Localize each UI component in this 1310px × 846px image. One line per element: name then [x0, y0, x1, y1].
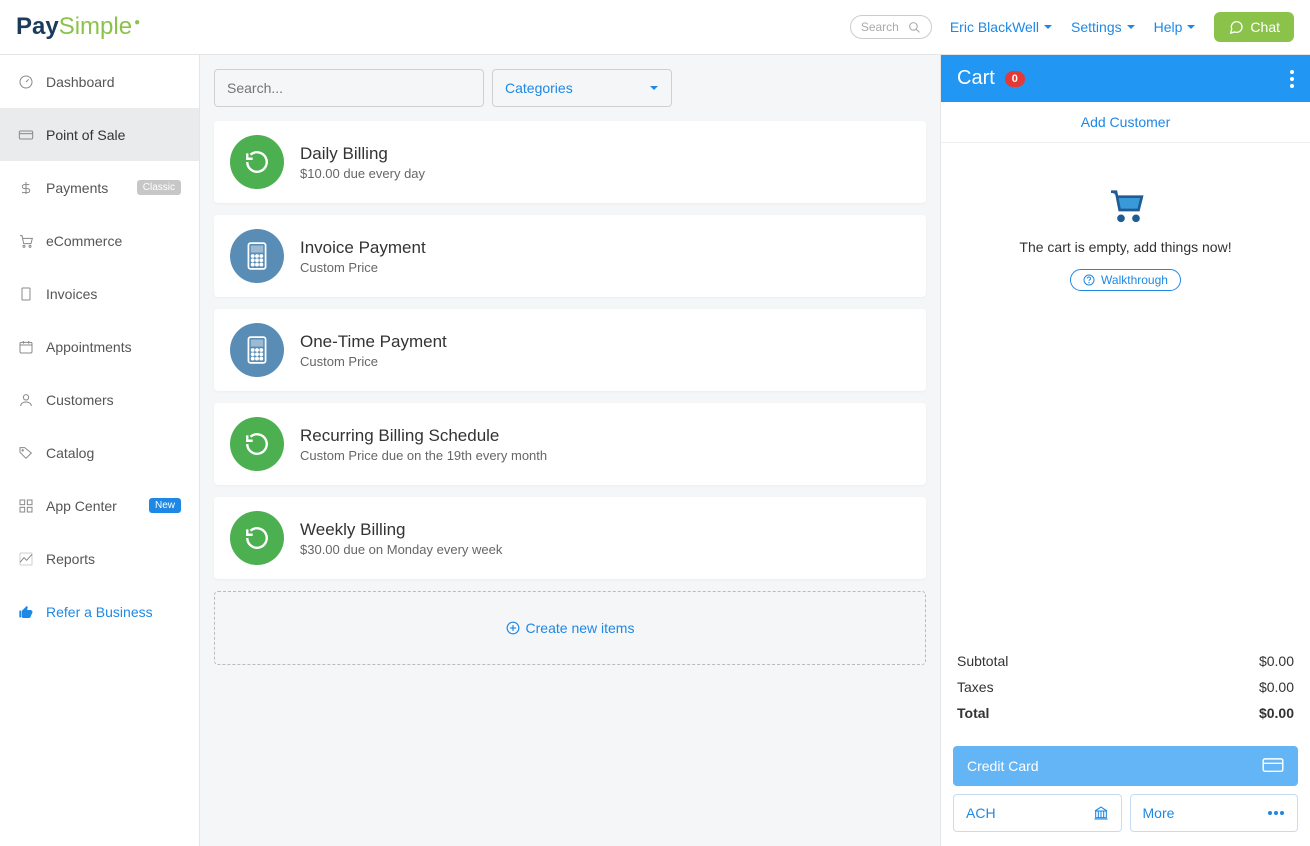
cart-empty-text: The cart is empty, add things now! — [1019, 239, 1231, 255]
ach-button[interactable]: ACH — [953, 794, 1122, 832]
chat-button[interactable]: Chat — [1214, 12, 1294, 42]
sidebar-item-customers[interactable]: Customers — [0, 373, 199, 426]
top-header: PaySimple● Search Eric BlackWell Setting… — [0, 0, 1310, 55]
tag-icon — [18, 445, 34, 461]
refresh-icon — [230, 511, 284, 565]
refresh-icon — [230, 135, 284, 189]
product-subtitle: Custom Price — [300, 260, 426, 275]
product-subtitle: $30.00 due on Monday every week — [300, 542, 502, 557]
caret-down-icon — [1043, 22, 1053, 32]
user-icon — [18, 392, 34, 408]
product-card[interactable]: Recurring Billing Schedule Custom Price d… — [214, 403, 926, 485]
sidebar-item-pos[interactable]: Point of Sale — [0, 108, 199, 161]
product-subtitle: Custom Price — [300, 354, 447, 369]
credit-card-button[interactable]: Credit Card — [953, 746, 1298, 786]
new-badge: New — [149, 498, 181, 513]
product-card[interactable]: One-Time Payment Custom Price — [214, 309, 926, 391]
cart-empty-state: The cart is empty, add things now! Walkt… — [941, 143, 1310, 636]
walkthrough-button[interactable]: Walkthrough — [1070, 269, 1181, 291]
product-card[interactable]: Daily Billing $10.00 due every day — [214, 121, 926, 203]
cart-count-badge: 0 — [1005, 71, 1025, 87]
dollar-icon — [18, 180, 34, 196]
cart-panel: Cart 0 Add Customer The cart is empty, a… — [940, 55, 1310, 846]
search-icon — [908, 21, 921, 34]
product-title: Daily Billing — [300, 144, 425, 164]
bank-icon — [1093, 805, 1109, 821]
caret-down-icon — [649, 83, 659, 93]
gauge-icon — [18, 74, 34, 90]
cart-header: Cart 0 — [941, 55, 1310, 102]
dots-icon — [1267, 810, 1285, 816]
create-new-items[interactable]: Create new items — [214, 591, 926, 665]
sidebar-item-appointments[interactable]: Appointments — [0, 320, 199, 373]
cart-icon — [18, 233, 34, 249]
grid-icon — [18, 498, 34, 514]
sidebar-item-reports[interactable]: Reports — [0, 532, 199, 585]
more-button[interactable]: More — [1130, 794, 1299, 832]
search-placeholder: Search — [861, 20, 899, 34]
logo-pay-text: Pay — [16, 13, 59, 41]
product-subtitle: $10.00 due every day — [300, 166, 425, 181]
card-icon — [1262, 758, 1284, 774]
calendar-icon — [18, 339, 34, 355]
product-subtitle: Custom Price due on the 19th every month — [300, 448, 547, 463]
product-title: One-Time Payment — [300, 332, 447, 352]
taxes-value: $0.00 — [1259, 679, 1294, 695]
thumbs-up-icon — [18, 604, 34, 620]
main-content: Categories Daily Billing $10.00 due every… — [200, 55, 940, 846]
subtotal-label: Subtotal — [957, 653, 1008, 669]
chart-icon — [18, 551, 34, 567]
product-title: Recurring Billing Schedule — [300, 426, 547, 446]
caret-down-icon — [1186, 22, 1196, 32]
taxes-label: Taxes — [957, 679, 994, 695]
product-title: Weekly Billing — [300, 520, 502, 540]
caret-down-icon — [1126, 22, 1136, 32]
card-icon — [18, 127, 34, 143]
product-card[interactable]: Weekly Billing $30.00 due on Monday every… — [214, 497, 926, 579]
product-search-input[interactable] — [214, 69, 484, 107]
help-circle-icon — [1083, 274, 1095, 286]
sidebar-item-refer[interactable]: Refer a Business — [0, 585, 199, 638]
cart-title: Cart — [957, 67, 995, 90]
subtotal-value: $0.00 — [1259, 653, 1294, 669]
categories-dropdown[interactable]: Categories — [492, 69, 672, 107]
logo-simple-text: Simple — [59, 13, 132, 41]
product-title: Invoice Payment — [300, 238, 426, 258]
global-search[interactable]: Search — [850, 15, 932, 39]
cart-empty-icon — [1104, 185, 1148, 225]
user-menu[interactable]: Eric BlackWell — [950, 19, 1053, 35]
document-icon — [18, 286, 34, 302]
refresh-icon — [230, 417, 284, 471]
logo-dot: ● — [134, 17, 140, 28]
sidebar-item-appcenter[interactable]: App Center New — [0, 479, 199, 532]
sidebar-item-catalog[interactable]: Catalog — [0, 426, 199, 479]
chat-icon — [1228, 19, 1244, 35]
logo[interactable]: PaySimple● — [16, 13, 140, 41]
add-customer-link[interactable]: Add Customer — [941, 102, 1310, 143]
sidebar: Dashboard Point of Sale Payments Classic… — [0, 55, 200, 846]
sidebar-item-ecommerce[interactable]: eCommerce — [0, 214, 199, 267]
sidebar-item-dashboard[interactable]: Dashboard — [0, 55, 199, 108]
cart-totals: Subtotal $0.00 Taxes $0.00 Total $0.00 — [941, 636, 1310, 738]
total-value: $0.00 — [1259, 705, 1294, 721]
help-menu[interactable]: Help — [1154, 19, 1197, 35]
calculator-icon — [230, 323, 284, 377]
cart-menu-icon[interactable] — [1290, 70, 1294, 88]
product-card[interactable]: Invoice Payment Custom Price — [214, 215, 926, 297]
classic-badge: Classic — [137, 180, 181, 195]
settings-menu[interactable]: Settings — [1071, 19, 1136, 35]
total-label: Total — [957, 705, 989, 721]
calculator-icon — [230, 229, 284, 283]
plus-circle-icon — [506, 621, 520, 635]
sidebar-item-invoices[interactable]: Invoices — [0, 267, 199, 320]
sidebar-item-payments[interactable]: Payments Classic — [0, 161, 199, 214]
